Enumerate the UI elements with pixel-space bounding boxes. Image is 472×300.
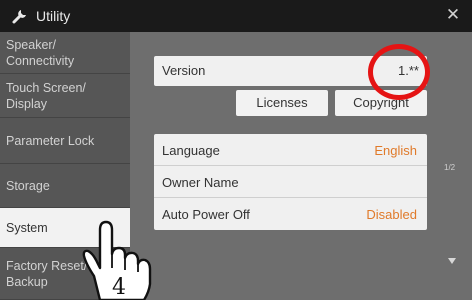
sidebar-item-label: System <box>6 220 48 235</box>
sidebar-item-touch-screen-display[interactable]: Touch Screen/ Display <box>0 74 130 118</box>
window-title: Utility <box>36 8 71 24</box>
sidebar-item-label: Parameter Lock <box>6 133 95 148</box>
setting-row-auto-power-off[interactable]: Auto Power Off Disabled <box>154 198 427 230</box>
setting-label: Auto Power Off <box>162 207 250 222</box>
sidebar-item-parameter-lock[interactable]: Parameter Lock <box>0 118 130 164</box>
scroll-down-icon[interactable] <box>448 258 456 264</box>
version-label: Version <box>162 63 206 78</box>
step-number: 4 <box>112 275 126 300</box>
settings-list: Language English Owner Name Auto Power O… <box>154 134 427 230</box>
highlight-circle <box>368 44 430 100</box>
setting-row-owner-name[interactable]: Owner Name <box>154 166 427 198</box>
setting-row-language[interactable]: Language English <box>154 134 427 166</box>
page-indicator: 1/2 <box>444 163 456 172</box>
sidebar-item-label: Speaker/ Connectivity <box>6 37 74 69</box>
sidebar-item-line1: Touch Screen/ <box>6 80 86 95</box>
setting-value: English <box>374 143 417 158</box>
licenses-button[interactable]: Licenses <box>236 90 328 116</box>
wrench-icon <box>12 10 26 24</box>
sidebar-item-line2: Connectivity <box>6 53 75 68</box>
sidebar-item-line2: Display <box>6 96 47 111</box>
sidebar-item-label: Storage <box>6 178 50 193</box>
pointing-hand-icon: 4 <box>82 220 152 300</box>
close-icon: ✕ <box>445 5 461 24</box>
title-bar: Utility ✕ <box>0 0 472 32</box>
setting-label: Owner Name <box>162 175 239 190</box>
setting-value: Disabled <box>366 207 417 222</box>
setting-label: Language <box>162 143 220 158</box>
sidebar-item-line1: Speaker/ <box>6 37 57 52</box>
close-button[interactable]: ✕ <box>444 6 462 24</box>
sidebar-item-storage[interactable]: Storage <box>0 164 130 208</box>
sidebar-item-label: Touch Screen/ Display <box>6 80 86 112</box>
sidebar-item-speaker-connectivity[interactable]: Speaker/ Connectivity <box>0 32 130 74</box>
